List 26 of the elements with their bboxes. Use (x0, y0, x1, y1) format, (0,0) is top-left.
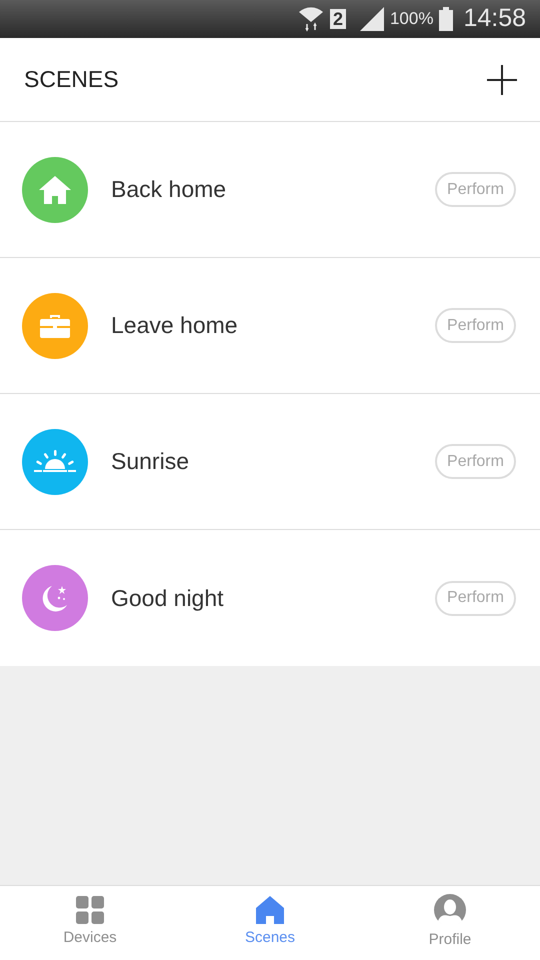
perform-button[interactable]: Perform (435, 580, 516, 616)
scene-name: Back home (111, 175, 228, 204)
perform-button[interactable]: Perform (435, 172, 516, 207)
scene-name: Good night (111, 584, 225, 613)
house-icon (256, 896, 284, 924)
plus-icon (487, 64, 517, 94)
nav-tab[interactable]: Profile (360, 886, 540, 960)
sunrise-icon (33, 448, 77, 474)
briefcase-icon (39, 312, 71, 338)
perform-button[interactable]: Perform (435, 308, 516, 343)
sim-badge: 2 (330, 9, 346, 29)
person-icon (434, 894, 466, 926)
perform-button[interactable]: Perform (435, 444, 516, 479)
battery-percent: 100% (390, 8, 434, 30)
scene-name: Leave home (111, 311, 239, 340)
grid-icon (76, 896, 104, 924)
nav-tab[interactable]: Scenes (180, 886, 360, 960)
wifi-icon (298, 6, 324, 32)
house-icon (38, 174, 72, 204)
nav-tab[interactable]: Devices (0, 886, 180, 960)
scene-name: Sunrise (111, 447, 190, 476)
clock: 14:58 (463, 3, 526, 34)
battery-icon (439, 7, 454, 31)
signal-icon (358, 7, 384, 31)
page-title: SCENES (24, 65, 119, 94)
add-button[interactable] (486, 64, 518, 96)
